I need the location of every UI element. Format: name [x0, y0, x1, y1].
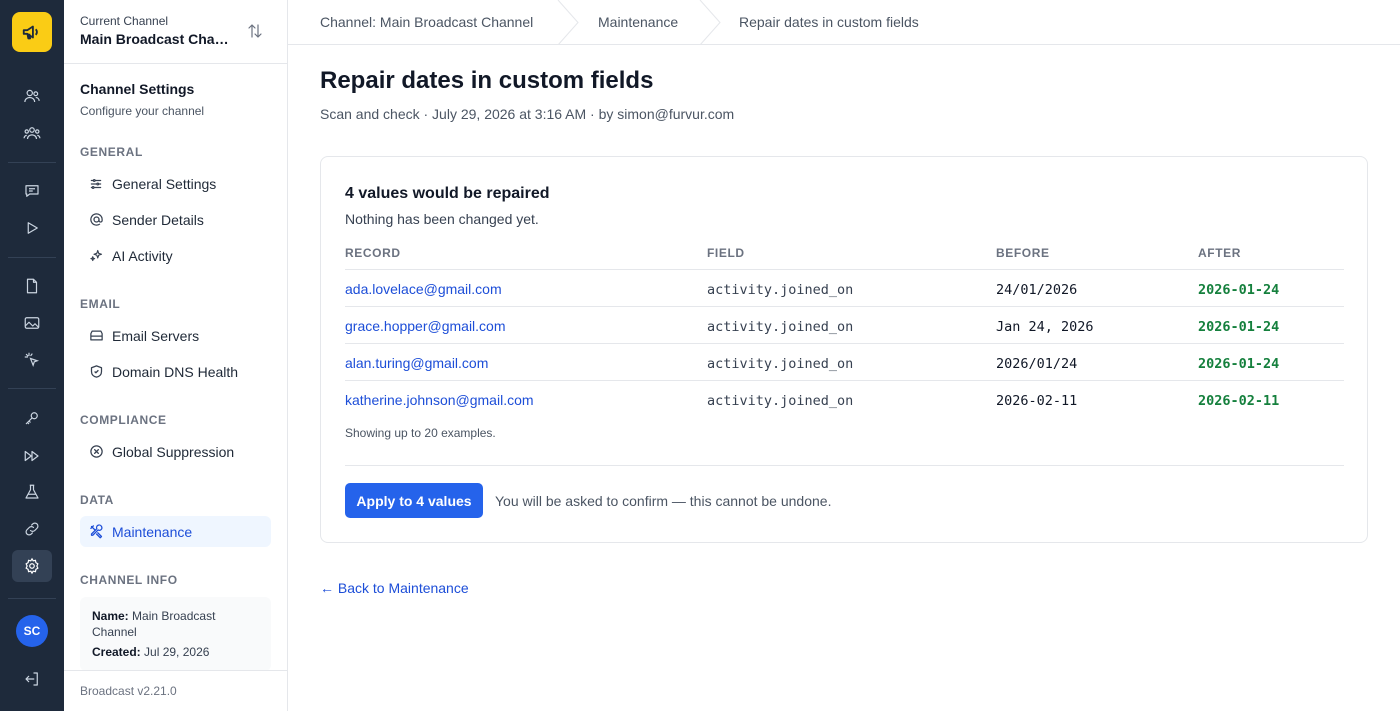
groups-icon[interactable]	[12, 117, 52, 149]
logout-icon[interactable]	[12, 663, 52, 695]
breadcrumb-current: Repair dates in custom fields	[739, 14, 919, 30]
before-cell: 2026-02-11	[996, 393, 1078, 409]
sidebar-item-email-servers[interactable]: Email Servers	[80, 320, 271, 351]
channel-switcher[interactable]: Current Channel Main Broadcast Channel	[64, 0, 287, 64]
flask-icon[interactable]	[12, 476, 52, 508]
table-row: ada.lovelace@gmail.com activity.joined_o…	[345, 269, 1344, 306]
chevron-right-icon	[699, 0, 721, 45]
gear-icon[interactable]	[12, 550, 52, 582]
table-row: katherine.johnson@gmail.com activity.joi…	[345, 380, 1344, 417]
section-channel-info: CHANNEL INFO	[80, 573, 178, 587]
sidebar-item-maintenance[interactable]: Maintenance	[80, 516, 271, 547]
shield-check-icon	[88, 364, 104, 380]
app-version: Broadcast v2.21.0	[64, 670, 287, 711]
fast-forward-icon[interactable]	[12, 440, 52, 472]
cursor-click-icon[interactable]	[12, 344, 52, 376]
swap-icon[interactable]	[246, 22, 264, 45]
record-link[interactable]: ada.lovelace@gmail.com	[345, 281, 502, 297]
sidebar-item-label: Domain DNS Health	[112, 363, 239, 380]
settings-sidebar: Current Channel Main Broadcast Channel C…	[64, 0, 288, 711]
document-icon[interactable]	[12, 270, 52, 302]
play-icon[interactable]	[12, 212, 52, 244]
info-created-label: Created:	[92, 645, 141, 659]
channel-info-box: Name: Main Broadcast Channel Created: Ju…	[80, 597, 271, 671]
column-header-before: BEFORE	[996, 246, 1050, 260]
section-email: EMAIL	[80, 297, 121, 311]
current-channel-label: Current Channel	[80, 14, 169, 28]
megaphone-icon[interactable]	[12, 12, 52, 52]
avatar[interactable]: SC	[16, 615, 48, 647]
page-meta: Scan and check · July 29, 2026 at 3:16 A…	[320, 106, 735, 122]
sidebar-item-label: Sender Details	[112, 211, 204, 228]
current-channel-name: Main Broadcast Channel	[80, 31, 230, 47]
tools-icon	[88, 524, 104, 540]
sidebar-subtitle: Configure your channel	[80, 104, 205, 118]
server-icon	[88, 328, 104, 344]
column-header-record: RECORD	[345, 246, 401, 260]
chevron-right-icon	[557, 0, 579, 45]
field-cell: activity.joined_on	[707, 356, 854, 372]
sidebar-item-label: Maintenance	[112, 523, 193, 540]
table-row: alan.turing@gmail.com activity.joined_on…	[345, 343, 1344, 380]
sidebar-item-global-suppression[interactable]: Global Suppression	[80, 436, 271, 467]
sparkles-icon	[88, 248, 104, 264]
table-row: grace.hopper@gmail.com activity.joined_o…	[345, 306, 1344, 343]
after-cell: 2026-01-24	[1198, 356, 1280, 372]
sliders-icon	[88, 176, 104, 192]
app-rail: SC	[0, 0, 64, 711]
sidebar-item-label: General Settings	[112, 175, 217, 192]
breadcrumb: Channel: Main Broadcast Channel Maintena…	[288, 0, 1400, 45]
after-cell: 2026-02-11	[1198, 393, 1280, 409]
chat-icon[interactable]	[12, 175, 52, 207]
record-link[interactable]: katherine.johnson@gmail.com	[345, 392, 534, 408]
record-link[interactable]: grace.hopper@gmail.com	[345, 318, 506, 334]
card-subtitle: Nothing has been changed yet.	[345, 211, 539, 227]
after-cell: 2026-01-24	[1198, 319, 1280, 335]
breadcrumb-channel[interactable]: Channel: Main Broadcast Channel	[320, 14, 533, 30]
sidebar-item-general-settings[interactable]: General Settings	[80, 168, 271, 199]
at-sign-icon	[88, 212, 104, 228]
info-created-value: Jul 29, 2026	[144, 645, 210, 659]
before-cell: 24/01/2026	[996, 282, 1078, 298]
repair-preview-card: 4 values would be repaired Nothing has b…	[320, 156, 1368, 543]
info-name-label: Name:	[92, 609, 129, 623]
key-icon[interactable]	[12, 402, 52, 434]
field-cell: activity.joined_on	[707, 282, 854, 298]
sidebar-item-sender-details[interactable]: Sender Details	[80, 204, 271, 235]
card-title: 4 values would be repaired	[345, 185, 550, 202]
channel-info-created: Created: Jul 29, 2026	[92, 644, 259, 660]
breadcrumb-maintenance[interactable]: Maintenance	[598, 14, 678, 30]
sidebar-item-ai-activity[interactable]: AI Activity	[80, 240, 271, 271]
x-circle-icon	[88, 444, 104, 460]
section-general: GENERAL	[80, 145, 143, 159]
before-cell: 2026/01/24	[996, 356, 1078, 372]
sidebar-item-domain-dns-health[interactable]: Domain DNS Health	[80, 356, 271, 387]
avatar-initials: SC	[23, 624, 41, 638]
column-header-after: AFTER	[1198, 246, 1241, 260]
column-header-field: FIELD	[707, 246, 745, 260]
apply-warning: You will be asked to confirm — this cann…	[495, 493, 832, 509]
link-icon[interactable]	[12, 513, 52, 545]
examples-note: Showing up to 20 examples.	[345, 426, 496, 440]
field-cell: activity.joined_on	[707, 319, 854, 335]
back-to-maintenance-link[interactable]: ← Back to Maintenance	[320, 580, 469, 596]
channel-info-name: Name: Main Broadcast Channel	[92, 608, 259, 640]
divider	[345, 465, 1344, 466]
after-cell: 2026-01-24	[1198, 282, 1280, 298]
section-compliance: COMPLIANCE	[80, 413, 167, 427]
users-icon[interactable]	[12, 80, 52, 112]
sidebar-item-label: AI Activity	[112, 247, 173, 264]
record-link[interactable]: alan.turing@gmail.com	[345, 355, 488, 371]
sidebar-item-label: Email Servers	[112, 327, 200, 344]
apply-button[interactable]: Apply to 4 values	[345, 483, 483, 518]
page-title: Repair dates in custom fields	[320, 67, 654, 94]
image-icon[interactable]	[12, 307, 52, 339]
sidebar-item-label: Global Suppression	[112, 443, 235, 460]
sidebar-title: Channel Settings	[80, 81, 195, 97]
section-data: DATA	[80, 493, 114, 507]
before-cell: Jan 24, 2026	[996, 319, 1094, 335]
field-cell: activity.joined_on	[707, 393, 854, 409]
